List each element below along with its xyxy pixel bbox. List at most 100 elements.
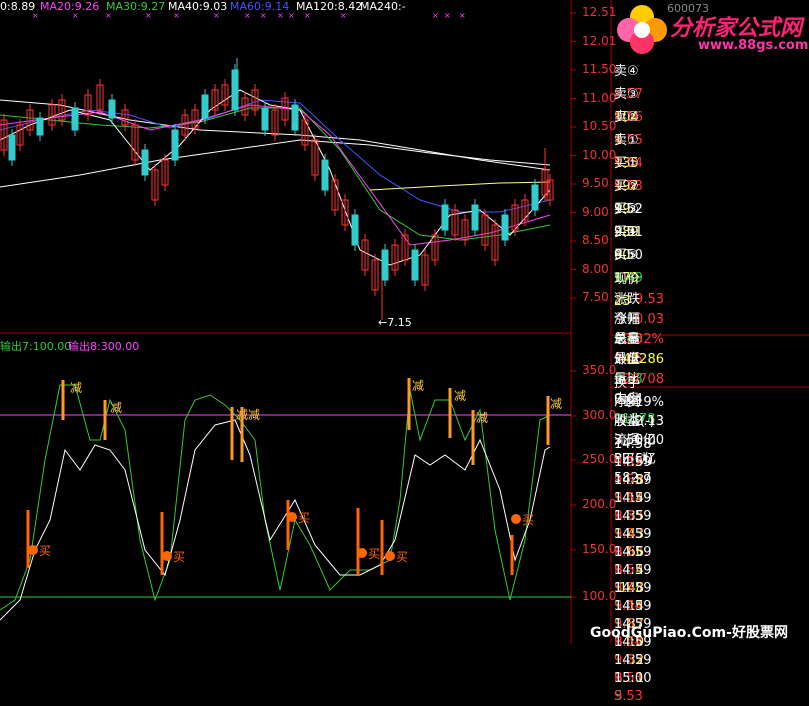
sell-label: 减 (110, 401, 122, 415)
tick-time: 14:59 (614, 527, 652, 542)
buy-dot (357, 548, 367, 558)
buy-bar (356, 508, 360, 576)
tick-row: 14:59 9.52 35 S (614, 472, 809, 542)
order-label: 卖③ (614, 87, 639, 102)
stat-label: 收益(-) (614, 414, 655, 429)
tick-row: 14:59 9.54 87 B (614, 580, 809, 650)
stat-label: 外盘 (614, 352, 641, 367)
ma-label: MA40:9.03 (168, 0, 228, 13)
tick-row: 14:59 9.53 4 S (614, 526, 809, 596)
indicator-label: 输出7:100.00 (0, 340, 72, 353)
stat-row: 外盘 20708 内盘 21578 (614, 350, 809, 427)
candle-body (141, 149, 149, 176)
signal-x-mark: × (459, 11, 466, 20)
sell-label: 减 (70, 381, 82, 395)
buy-bar (510, 535, 514, 575)
order-book-row: 买③ 9.51 60 (614, 198, 809, 263)
order-book-row: 卖④ 9.57 104 (614, 60, 809, 125)
site-logo: 600073 分析家公式网 www.88gs.com (612, 0, 809, 55)
tick-row: 14:59 9.53 10 (614, 598, 809, 650)
signal-x-mark: × (444, 11, 451, 20)
tick-price: 9.53 (614, 689, 643, 704)
price-tick: 8.50 (582, 233, 609, 247)
sell-bar (448, 388, 452, 438)
tick-time: 14:59 (614, 581, 652, 596)
buy-bar (286, 500, 290, 550)
signal-x-mark: × (432, 11, 439, 20)
order-book-row: 卖① 9.54 197 (614, 129, 809, 194)
stat-label: 换手 (614, 376, 641, 391)
indicator-tick: 300.0 (582, 408, 617, 422)
order-book-row: 买① 9.53 19 (614, 152, 809, 217)
tick-time: 14:59 (614, 545, 652, 560)
indicator-lines (0, 384, 551, 621)
order-book-row: 买④ 9.50 179 (614, 221, 809, 286)
indicator-tick: 100.0 (582, 589, 617, 603)
stat-row: 总量 42286 量比 0.64 (614, 330, 809, 407)
stat-label: 净资 (614, 395, 641, 410)
order-book-row: 买⑤ 9.49 23 (614, 244, 809, 309)
ma240-line (0, 139, 551, 188)
buy-dot (511, 514, 521, 524)
candle-body (261, 107, 269, 131)
indicator-label: 输出8:300.00 (68, 340, 140, 353)
stat-label: 涨跌 (614, 292, 641, 307)
tick-time: 15:00 (614, 671, 652, 686)
buy-label: 买 (522, 513, 534, 527)
candle-body (501, 214, 509, 241)
indicator-tick: 200.0 (582, 497, 617, 511)
price-tick: 9.50 (582, 176, 609, 190)
price-tick: 9.00 (582, 204, 609, 219)
tick-row: 14:59 9.53 43 B (614, 490, 809, 560)
tick-time: 14:59 (614, 563, 652, 578)
tick-time: 14:59 (614, 455, 652, 470)
ma-label: MA30:9.27 (106, 0, 166, 13)
buy-label: 买 (173, 550, 185, 564)
indicator-tick: 350.0 (582, 363, 617, 377)
sell-bar (240, 407, 244, 462)
low-price-marker: ←7.15 (378, 316, 412, 329)
logo-url: www.88gs.com (698, 38, 809, 53)
order-label: 卖② (614, 110, 639, 125)
candle-body (171, 129, 179, 161)
order-label: 买③ (614, 202, 639, 217)
stat-row: 涨跌 0.03 最高 9.65 (614, 290, 809, 367)
price-tick: 10.00 (582, 147, 617, 162)
buy-label: 买 (39, 544, 51, 558)
candle-body (351, 214, 359, 246)
indicator-tick: 150.0 (582, 542, 617, 556)
candle-body (441, 204, 449, 231)
buy-bar (160, 512, 164, 575)
ma-label: MA120:8.42 (296, 0, 363, 13)
buy-dot (385, 551, 395, 561)
indicator-tick: 250.0 (582, 452, 617, 466)
flower-logo-icon (617, 5, 667, 54)
stat-row: 涨幅 0.32% 最低 9.23 (614, 310, 809, 387)
ma-label: MA20:9.26 (40, 0, 100, 13)
tick-row: 15:00 9.53 (614, 670, 809, 704)
tick-row: 14:59 9.53 148 S (614, 544, 809, 614)
price-tick: 11.00 (582, 90, 617, 105)
stat-row: 收益(-) 0.00 PE(动) 582.7 (614, 412, 809, 486)
candle-body (411, 249, 419, 281)
candle-body (321, 159, 329, 191)
buy-label: 买 (298, 511, 310, 525)
tick-row: 14:59 9.53 (614, 652, 809, 686)
sell-label: 减 (476, 411, 488, 425)
tick-row: 14:59 9.53 14 S (614, 562, 809, 632)
ma-label: MA240:- (360, 0, 406, 13)
ma-label: MA60:9.14 (230, 0, 290, 13)
tick-time: 14:59 (614, 473, 652, 488)
tick-row: 14:59 9.53 66 B (614, 508, 809, 578)
candle-body (381, 249, 389, 281)
trade-signals: 减减减减减减减减买买买买买买 (26, 378, 562, 576)
buy-dot (162, 551, 172, 561)
tick-time: 14:59 (614, 653, 652, 668)
buy-dot (28, 545, 38, 555)
sell-label: 减 (454, 389, 466, 403)
price-tick: 7.50 (582, 290, 609, 304)
tick-time: 14:58 (614, 437, 652, 452)
sell-label: 减 (412, 379, 424, 393)
ma-label: 0:8.89 (0, 0, 36, 13)
candle-body (108, 99, 116, 119)
